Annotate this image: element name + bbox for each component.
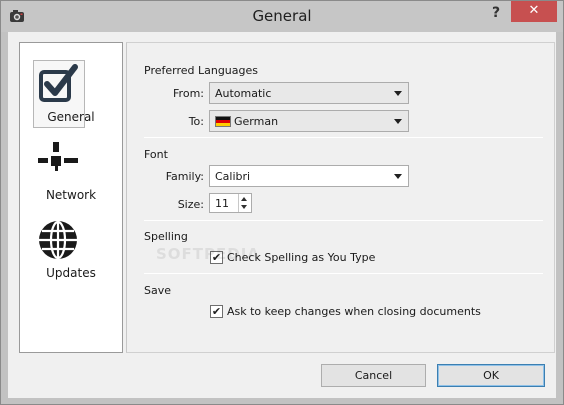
section-title-save: Save: [144, 284, 172, 297]
stepper-buttons[interactable]: [238, 194, 251, 212]
window-title: General: [252, 7, 312, 25]
section-title-spelling: Spelling: [144, 230, 188, 243]
globe-icon: [39, 220, 77, 260]
chevron-down-icon: [394, 119, 402, 124]
size-label: Size:: [177, 198, 204, 211]
softpedia-watermark: SOFTPEDIA: [156, 245, 260, 263]
preferences-dialog: General ? ✕ General Network Updates Pref…: [0, 0, 564, 405]
chevron-down-icon: [394, 174, 402, 179]
nav-label-general: General: [47, 110, 95, 124]
from-language-select[interactable]: Automatic: [209, 82, 409, 104]
checkbox-icon: [39, 64, 78, 102]
font-size-value: 11: [215, 197, 229, 210]
settings-nav: General Network Updates: [19, 42, 123, 353]
section-title-font: Font: [144, 148, 168, 161]
to-label: To:: [188, 115, 204, 128]
font-family-select[interactable]: Calibri: [209, 165, 409, 187]
nav-label-updates: Updates: [46, 266, 96, 280]
from-label: From:: [173, 87, 204, 100]
divider: [144, 220, 543, 221]
nav-item-network[interactable]: Network: [20, 138, 122, 208]
from-language-value: Automatic: [215, 87, 272, 100]
nav-item-general[interactable]: General: [20, 60, 122, 130]
stepper-down-icon[interactable]: [241, 205, 247, 209]
german-flag-icon: [215, 116, 231, 127]
cancel-button[interactable]: Cancel: [321, 364, 426, 387]
family-label: Family:: [165, 170, 204, 183]
ask-save-label: Ask to keep changes when closing documen…: [227, 305, 481, 318]
divider: [144, 273, 543, 274]
title-bar: General ? ✕: [1, 1, 563, 32]
nav-label-network: Network: [45, 188, 97, 202]
section-title-languages: Preferred Languages: [144, 64, 259, 77]
close-button[interactable]: ✕: [511, 1, 557, 22]
nav-item-updates[interactable]: Updates: [20, 216, 122, 286]
font-size-stepper[interactable]: 11: [209, 193, 252, 213]
help-button[interactable]: ?: [485, 5, 507, 25]
checkbox-checked-icon[interactable]: ✔: [210, 305, 223, 318]
ok-button[interactable]: OK: [437, 364, 545, 387]
to-language-select[interactable]: German: [209, 110, 409, 132]
to-language-value: German: [234, 115, 279, 128]
font-family-value: Calibri: [215, 170, 251, 183]
divider: [144, 137, 543, 138]
dialog-body: General Network Updates Preferred Langua…: [8, 32, 556, 398]
chevron-down-icon: [394, 91, 402, 96]
general-settings-panel: Preferred Languages From: Automatic To: …: [126, 42, 555, 353]
stepper-up-icon[interactable]: [241, 197, 247, 201]
network-icon: [38, 142, 78, 171]
